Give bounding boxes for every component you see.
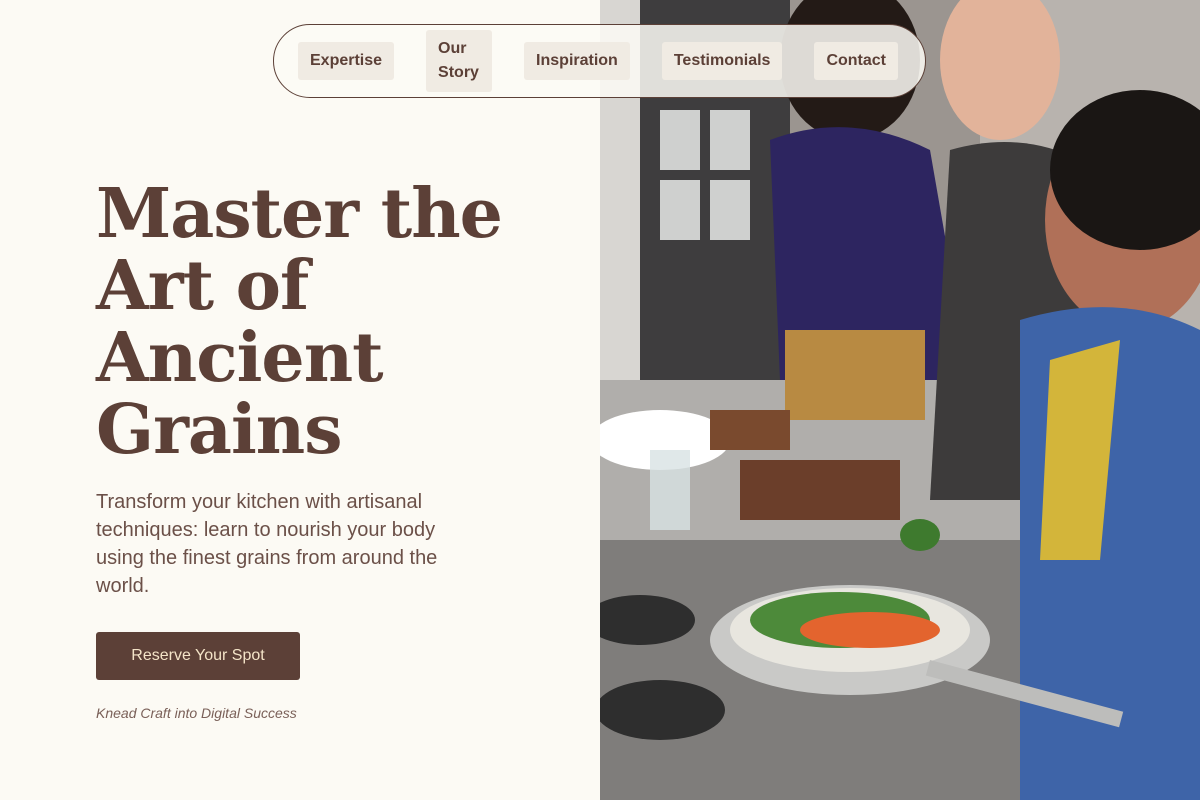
hero-photo: flickslove xyxy=(600,0,1200,800)
hero-tagline: Knead Craft into Digital Success xyxy=(96,705,297,721)
nav-item-our-story[interactable]: Our Story xyxy=(426,30,493,92)
nav-item-contact[interactable]: Contact xyxy=(814,42,899,80)
hero-title: Master the Art of Ancient Grains xyxy=(96,174,503,470)
cooking-photo-illustration xyxy=(600,0,1200,800)
hero-subtitle: Transform your kitchen with artisanal te… xyxy=(96,491,438,597)
nav-item-testimonials[interactable]: Testimonials xyxy=(661,42,783,80)
nav-item-expertise[interactable]: Expertise xyxy=(298,42,395,80)
reserve-spot-button[interactable]: Reserve Your Spot xyxy=(96,632,300,680)
nav-item-inspiration[interactable]: Inspiration xyxy=(524,42,630,80)
top-nav: Expertise Our Story Inspiration Testimon… xyxy=(273,24,926,98)
